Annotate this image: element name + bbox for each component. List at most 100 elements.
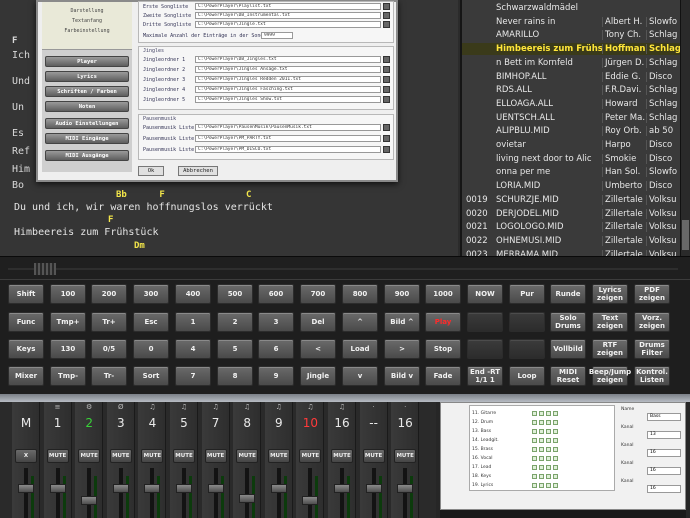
channel-number[interactable]: 5 xyxy=(170,416,198,430)
key-text-zeigen[interactable]: Text zeigen xyxy=(592,312,628,332)
path-input[interactable]: C:\PowerPlayer\PM_PARTY.txt xyxy=(195,135,381,142)
key-vollbild[interactable]: Vollbild xyxy=(550,339,586,359)
fader-track[interactable] xyxy=(308,468,313,518)
channel-grid-row[interactable]: 14. Leadgit. xyxy=(472,437,612,444)
channel-checkbox[interactable] xyxy=(539,474,544,479)
fader-track[interactable] xyxy=(150,468,155,518)
channel-number[interactable]: 3 xyxy=(107,416,135,430)
fader-track[interactable] xyxy=(403,468,408,518)
channel-checkbox[interactable] xyxy=(532,429,537,434)
channel-checkbox[interactable] xyxy=(539,420,544,425)
channel-checkbox[interactable] xyxy=(532,411,537,416)
fader-track[interactable] xyxy=(118,468,123,518)
path-input[interactable]: C:\PowerPlayer\DB_Instrumental.txt xyxy=(195,12,381,19)
playlist-row[interactable]: ELLOAGA.ALL Howard Schlag xyxy=(462,98,690,110)
channel-number[interactable]: 16 xyxy=(328,416,356,430)
channel-checkbox[interactable] xyxy=(532,420,537,425)
key-load[interactable]: Load xyxy=(342,339,378,359)
key-func[interactable]: Func xyxy=(8,312,44,332)
key-beep-jump-zeigen[interactable]: Beep/Jump zeigen xyxy=(589,366,631,386)
path-input[interactable]: C:\PowerPlayer\Jingle.txt xyxy=(195,21,381,28)
key-mixer[interactable]: Mixer xyxy=(8,366,44,386)
property-input[interactable]: Bass xyxy=(647,413,681,421)
key-blank[interactable]: ^ xyxy=(342,312,378,332)
key-vorz-zeigen[interactable]: Vorz. zeigen xyxy=(634,312,670,332)
mute-button[interactable]: MUTE xyxy=(109,449,132,463)
mute-button[interactable]: MUTE xyxy=(362,449,385,463)
playlist-row[interactable]: living next door to Alic Smokie Disco xyxy=(462,153,690,165)
channel-checkbox[interactable] xyxy=(532,456,537,461)
mute-button[interactable]: MUTE xyxy=(331,449,353,463)
fader-knob[interactable] xyxy=(49,484,66,493)
playlist-row[interactable]: BIMHOP.ALL Eddie G. Disco xyxy=(462,71,690,83)
key-blank[interactable] xyxy=(467,339,503,359)
channel-grid-row[interactable]: 19. Lyrics xyxy=(472,482,612,489)
key-tr[interactable]: Tr+ xyxy=(91,312,127,332)
key-end-rt-1-1-1[interactable]: End -RT 1/1 1 xyxy=(467,366,503,386)
settings-subitem[interactable]: Darstellung xyxy=(42,8,132,14)
settings-nav-player[interactable]: Player xyxy=(45,56,129,67)
channel-number[interactable]: 9 xyxy=(265,416,293,430)
browse-icon[interactable] xyxy=(383,12,390,19)
path-input[interactable]: C:\PowerPlayer\PM_DISCO.txt xyxy=(195,146,381,153)
channel-grid-row[interactable]: 11. Gitarre xyxy=(472,410,612,417)
mute-button[interactable]: MUTE xyxy=(267,449,290,463)
fader-track[interactable] xyxy=(55,468,60,518)
channel-checkbox[interactable] xyxy=(532,483,537,488)
key-3[interactable]: 3 xyxy=(258,312,294,332)
key-del[interactable]: Del xyxy=(300,312,336,332)
browse-icon[interactable] xyxy=(383,96,390,103)
key-tmp[interactable]: Tmp+ xyxy=(50,312,86,332)
settings-nav-lyrics[interactable]: Lyrics xyxy=(45,71,129,82)
fader-track[interactable] xyxy=(276,468,281,518)
channel-checkbox[interactable] xyxy=(553,420,558,425)
settings-nav-midi-out[interactable]: MIDI Ausgänge xyxy=(45,150,129,161)
fader-knob[interactable] xyxy=(397,484,414,493)
settings-subitem[interactable]: Farbeinstellung xyxy=(42,28,132,34)
divider-bar[interactable] xyxy=(0,256,690,280)
channel-checkbox[interactable] xyxy=(553,456,558,461)
key-keys[interactable]: Keys xyxy=(8,339,44,359)
key-6[interactable]: 6 xyxy=(258,339,294,359)
key-1[interactable]: 1 xyxy=(175,312,211,332)
mute-button[interactable]: MUTE xyxy=(299,449,322,463)
key-blank[interactable] xyxy=(509,339,545,359)
channel-number[interactable]: 1 xyxy=(44,416,72,430)
channel-checkbox[interactable] xyxy=(553,411,558,416)
channel-checkbox[interactable] xyxy=(532,438,537,443)
playlist-row[interactable]: 0020 DERJODEL.MID Zillertale Volksu xyxy=(462,208,690,220)
mute-button[interactable]: MUTE xyxy=(236,449,259,463)
key-0[interactable]: 0 xyxy=(133,339,169,359)
key-kontrol-listen[interactable]: Kontrol. Listen xyxy=(634,366,670,386)
fader-track[interactable] xyxy=(24,468,28,518)
channel-number[interactable]: 2 xyxy=(75,416,103,430)
browse-icon[interactable] xyxy=(383,21,390,28)
channel-number[interactable]: 7 xyxy=(202,416,230,430)
channel-checkbox[interactable] xyxy=(546,456,551,461)
browse-icon[interactable] xyxy=(383,135,390,142)
path-input[interactable]: C:\PowerPlayer\Jingles Redden 2011.txt xyxy=(195,76,381,83)
mute-button[interactable]: MUTE xyxy=(173,449,195,463)
channel-checkbox[interactable] xyxy=(532,447,537,452)
key-blank[interactable]: < xyxy=(300,339,336,359)
settings-subitem[interactable]: Textanfang xyxy=(42,18,132,24)
key-pur[interactable]: Pur xyxy=(509,284,545,304)
mute-button[interactable]: MUTE xyxy=(46,449,69,463)
key-9[interactable]: 9 xyxy=(258,366,294,386)
fader-knob[interactable] xyxy=(334,484,350,493)
key-midi-reset[interactable]: MIDI Reset xyxy=(550,366,586,386)
browse-icon[interactable] xyxy=(383,86,390,93)
key-lyrics-zeigen[interactable]: Lyrics zeigen xyxy=(592,284,628,304)
channel-checkbox[interactable] xyxy=(539,411,544,416)
channel-checkbox[interactable] xyxy=(539,456,544,461)
path-input[interactable]: C:\PowerPlayer\DB_Jingles.txt xyxy=(195,56,381,63)
key-drums-filter[interactable]: Drums Filter xyxy=(634,339,670,359)
fader-track[interactable] xyxy=(340,468,344,518)
key-200[interactable]: 200 xyxy=(91,284,127,304)
key-4[interactable]: 4 xyxy=(175,339,211,359)
key-shift[interactable]: Shift xyxy=(8,284,44,304)
key-5[interactable]: 5 xyxy=(217,339,253,359)
key-blank[interactable] xyxy=(509,312,545,332)
channel-checkbox[interactable] xyxy=(546,474,551,479)
key-v[interactable]: v xyxy=(342,366,378,386)
